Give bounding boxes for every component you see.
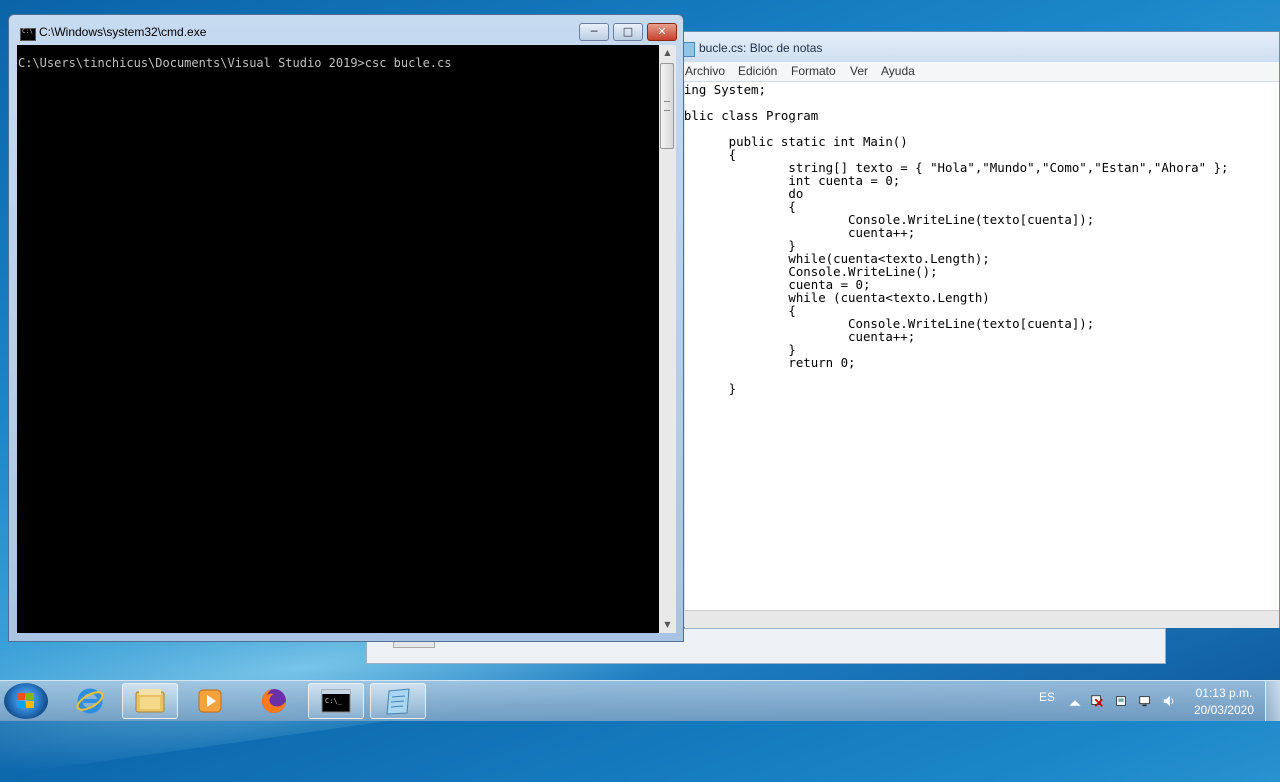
internet-explorer-icon: [76, 688, 104, 714]
taskbar-notepad[interactable]: [370, 683, 426, 719]
taskbar-media-player[interactable]: [182, 683, 238, 719]
notepad-window[interactable]: bucle.cs: Bloc de notas Archivo Edición …: [668, 31, 1280, 628]
taskbar-cmd[interactable]: C:\_: [308, 683, 364, 719]
cmd-vertical-scrollbar[interactable]: ▲ ▼: [659, 45, 676, 633]
show-desktop-button[interactable]: [1265, 681, 1280, 721]
clock-time: 01:13 p.m.: [1195, 686, 1253, 700]
cmd-console[interactable]: C:\Users\tinchicus\Documents\Visual Stud…: [17, 45, 659, 633]
cmd-title: C:\Windows\system32\cmd.exe: [39, 25, 207, 39]
notepad-title: bucle.cs: Bloc de notas: [699, 41, 823, 55]
scroll-thumb[interactable]: [660, 63, 674, 149]
windows-logo-icon: [17, 693, 35, 709]
action-center-flag-icon[interactable]: [1090, 694, 1104, 708]
cmd-app-icon: [20, 28, 36, 41]
code-line: }: [728, 381, 737, 396]
minimize-button[interactable]: ─: [579, 23, 609, 41]
taskbar-file-explorer[interactable]: [122, 683, 178, 719]
notepad-code: using System; public class Program publi…: [685, 83, 1229, 395]
folder-icon: [135, 689, 165, 713]
menu-ver[interactable]: Ver: [850, 64, 868, 78]
network-icon[interactable]: [1138, 694, 1152, 708]
scroll-up-arrow-icon[interactable]: ▲: [659, 45, 676, 61]
code-line: public class Program: [685, 108, 819, 123]
scroll-down-arrow-icon[interactable]: ▼: [659, 617, 676, 633]
notepad-titlebar[interactable]: bucle.cs: Bloc de notas: [669, 32, 1279, 62]
notepad-app-icon: [683, 42, 695, 57]
clock-date: 20/03/2020: [1193, 703, 1254, 717]
maximize-button[interactable]: □: [613, 23, 643, 41]
notepad-horizontal-scrollbar[interactable]: [685, 610, 1279, 628]
show-hidden-icons-chevron-icon[interactable]: [1068, 696, 1082, 710]
notepad-text-area[interactable]: using System; public class Program publi…: [685, 82, 1279, 610]
taskbar: C:\_ ES 01:13 p.m. 20/03/2020: [0, 680, 1280, 721]
volume-icon[interactable]: [1162, 694, 1176, 708]
cmd-icon: C:\_: [321, 689, 351, 713]
language-indicator[interactable]: ES: [1039, 690, 1055, 704]
code-line: return 0;: [685, 355, 856, 370]
menu-formato[interactable]: Formato: [791, 64, 836, 78]
firefox-icon: [262, 689, 286, 713]
code-line: public static int Main(): [685, 134, 908, 149]
notepad-menubar: Archivo Edición Formato Ver Ayuda: [669, 62, 1279, 82]
cmd-window[interactable]: C:\Windows\system32\cmd.exe ─ □ ✕ C:\Use…: [8, 14, 684, 642]
taskbar-internet-explorer[interactable]: [62, 683, 118, 719]
notepad-icon: [386, 688, 410, 715]
menu-archivo[interactable]: Archivo: [685, 64, 725, 78]
menu-ayuda[interactable]: Ayuda: [881, 64, 915, 78]
device-icon[interactable]: [1114, 694, 1128, 708]
taskbar-firefox[interactable]: [246, 683, 302, 719]
cmd-prompt-line: C:\Users\tinchicus\Documents\Visual Stud…: [18, 56, 452, 70]
svg-text:C:\_: C:\_: [325, 697, 343, 705]
media-player-icon: [198, 689, 222, 713]
close-button[interactable]: ✕: [647, 23, 677, 41]
start-button[interactable]: [4, 683, 48, 719]
system-clock[interactable]: 01:13 p.m. 20/03/2020: [1194, 685, 1254, 719]
menu-edicion[interactable]: Edición: [738, 64, 777, 78]
code-line: using System;: [685, 82, 766, 97]
